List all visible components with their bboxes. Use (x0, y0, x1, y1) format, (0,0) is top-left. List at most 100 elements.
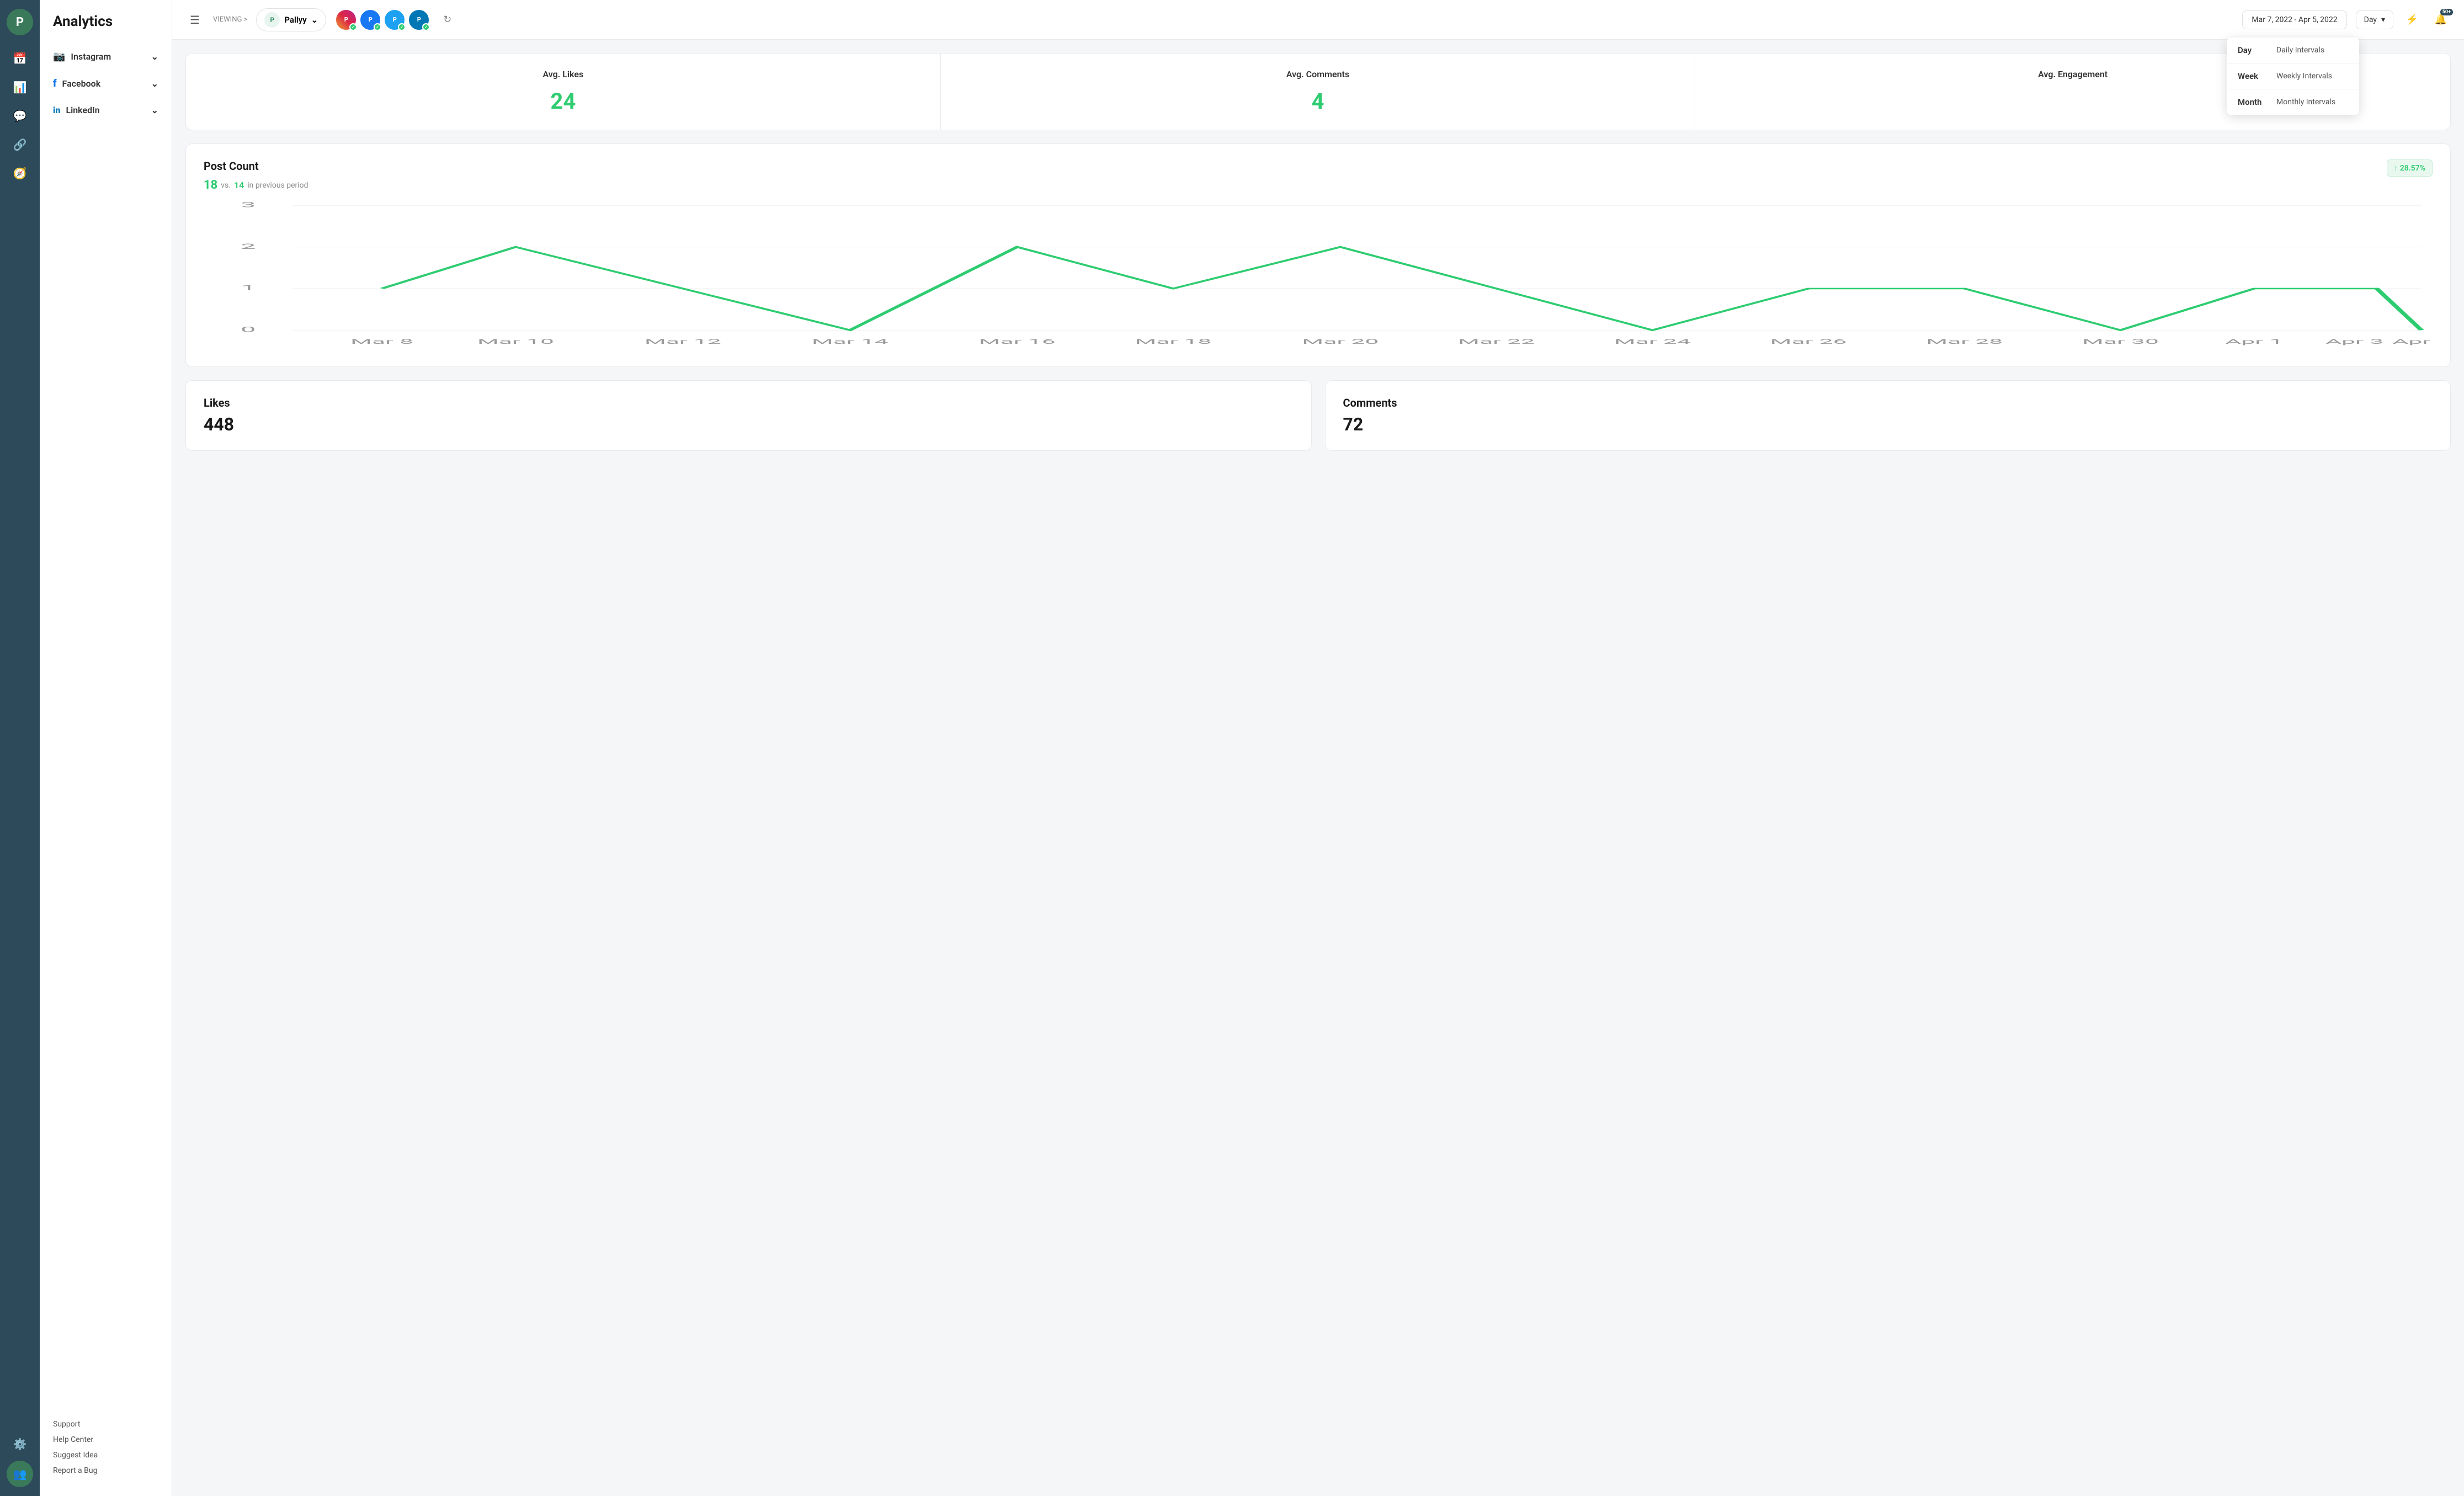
refresh-button[interactable]: ↻ (439, 9, 456, 30)
analytics-nav-icon[interactable]: 📊 (8, 75, 32, 99)
stats-row: Avg. Likes 24 Avg. Comments 4 Avg. Engag… (185, 53, 2451, 130)
content-area: Avg. Likes 24 Avg. Comments 4 Avg. Engag… (172, 40, 2464, 1496)
report-bug-link[interactable]: Report a Bug (53, 1463, 158, 1478)
twitter-check-badge: ✓ (398, 23, 406, 31)
svg-text:Apr 1: Apr 1 (2225, 338, 2283, 345)
svg-text:Mar 18: Mar 18 (1135, 338, 1211, 345)
dropdown-week-option[interactable]: Week Weekly Intervals (2227, 63, 2359, 89)
likes-card: Likes 448 (185, 380, 1312, 451)
page-title: Analytics (40, 13, 172, 43)
facebook-icon: f (53, 78, 57, 89)
svg-text:Mar 20: Mar 20 (1302, 338, 1379, 345)
daily-intervals-label: Daily Intervals (2276, 46, 2324, 55)
comments-card: Comments 72 (1325, 380, 2451, 451)
notification-badge: 50+ (2440, 9, 2453, 15)
instagram-label: Instagram (71, 51, 111, 62)
notification-button[interactable]: 🔔 50+ (2431, 10, 2451, 30)
facebook-check-badge: ✓ (374, 23, 381, 31)
messages-nav-icon[interactable]: 💬 (8, 104, 32, 128)
month-label: Month (2238, 97, 2276, 107)
profile-avatar: P (264, 12, 280, 28)
app-logo[interactable]: P (7, 9, 33, 35)
dropdown-month-option[interactable]: Month Monthly Intervals (2227, 89, 2359, 115)
avg-comments-value: 4 (959, 88, 1678, 114)
avg-likes-card: Avg. Likes 24 (186, 54, 941, 130)
svg-text:Mar 10: Mar 10 (477, 338, 554, 345)
instagram-nav-left: 📷 Instagram (53, 51, 111, 62)
facebook-nav-item[interactable]: f Facebook ⌄ (40, 70, 172, 97)
svg-text:Mar 12: Mar 12 (645, 338, 721, 345)
facebook-nav-left: f Facebook (53, 78, 100, 89)
sidebar-nav: Analytics 📷 Instagram ⌄ f Facebook ⌄ in … (40, 0, 172, 1496)
interval-chevron-icon: ▾ (2381, 15, 2385, 24)
svg-text:Apr 3: Apr 3 (2325, 338, 2383, 345)
week-label: Week (2238, 71, 2276, 81)
avg-comments-card: Avg. Comments 4 (941, 54, 1696, 130)
vs-text: vs. (221, 181, 231, 190)
linkedin-nav-item[interactable]: in LinkedIn ⌄ (40, 97, 172, 123)
linkedin-chevron-icon: ⌄ (151, 105, 158, 115)
period-text: in previous period (247, 181, 308, 190)
twitter-account-avatar[interactable]: P ✓ (384, 9, 406, 31)
team-nav-icon[interactable]: 👥 (7, 1461, 33, 1487)
svg-text:Mar 14: Mar 14 (812, 338, 888, 345)
interval-label: Day (2364, 15, 2377, 24)
instagram-check-badge: ✓ (349, 23, 357, 31)
dropdown-day-option[interactable]: Day Daily Intervals (2227, 38, 2359, 63)
comments-value: 72 (1343, 414, 2433, 435)
support-link[interactable]: Support (53, 1417, 158, 1432)
svg-text:Mar 22: Mar 22 (1458, 338, 1535, 345)
svg-text:Mar 24: Mar 24 (1614, 338, 1691, 345)
svg-text:1: 1 (241, 284, 256, 292)
bell-icon: 🔔 (2435, 14, 2447, 25)
instagram-account-avatar[interactable]: P ✓ (335, 9, 357, 31)
profile-name: Pallyy (284, 15, 306, 25)
main-content: ☰ VIEWING > P Pallyy ⌄ P ✓ P ✓ P ✓ P ✓ (172, 0, 2464, 1496)
post-count-previous: 14 (234, 180, 244, 190)
links-nav-icon[interactable]: 🔗 (8, 132, 32, 157)
instagram-chevron-icon: ⌄ (151, 51, 158, 62)
post-count-section: Post Count 18 vs. 14 in previous period … (185, 143, 2451, 367)
chart-wrapper: 3 2 1 0 Mar 8 Mar 10 Mar 12 (204, 196, 2433, 351)
svg-text:Mar 16: Mar 16 (979, 338, 1056, 345)
facebook-account-avatar[interactable]: P ✓ (359, 9, 381, 31)
avg-likes-label: Avg. Likes (204, 69, 923, 79)
profile-selector[interactable]: P Pallyy ⌄ (256, 8, 326, 31)
lightning-button[interactable]: ⚡ (2402, 10, 2422, 30)
instagram-nav-item[interactable]: 📷 Instagram ⌄ (40, 43, 172, 70)
avg-likes-value: 24 (204, 88, 923, 114)
interval-dropdown: Day Daily Intervals Week Weekly Interval… (2227, 38, 2359, 115)
linkedin-icon: in (53, 105, 60, 115)
svg-text:0: 0 (241, 326, 256, 334)
chart-header-left: Post Count 18 vs. 14 in previous period (204, 159, 308, 192)
linkedin-check-badge: ✓ (422, 23, 430, 31)
chart-title: Post Count (204, 159, 308, 173)
header: ☰ VIEWING > P Pallyy ⌄ P ✓ P ✓ P ✓ P ✓ (172, 0, 2464, 40)
facebook-chevron-icon: ⌄ (151, 78, 158, 89)
chart-header: Post Count 18 vs. 14 in previous period … (204, 159, 2433, 192)
svg-text:Mar 26: Mar 26 (1770, 338, 1847, 345)
hamburger-button[interactable]: ☰ (185, 9, 204, 31)
interval-selector[interactable]: Day ▾ (2356, 10, 2393, 29)
calendar-nav-icon[interactable]: 📅 (8, 46, 32, 71)
svg-text:Mar 8: Mar 8 (350, 338, 413, 345)
svg-text:3: 3 (241, 200, 256, 209)
viewing-label: VIEWING > (213, 15, 247, 24)
day-label: Day (2238, 45, 2276, 55)
weekly-intervals-label: Weekly Intervals (2276, 72, 2332, 81)
linkedin-account-avatar[interactable]: P ✓ (408, 9, 430, 31)
comments-title: Comments (1343, 396, 2433, 409)
date-range-picker[interactable]: Mar 7, 2022 - Apr 5, 2022 (2242, 10, 2346, 29)
linkedin-label: LinkedIn (66, 105, 99, 115)
bottom-stats: Likes 448 Comments 72 (185, 380, 2451, 451)
sidebar-icons-panel: P 📅 📊 💬 🔗 🧭 ⚙️ 👥 (0, 0, 40, 1496)
suggest-idea-link[interactable]: Suggest Idea (53, 1447, 158, 1463)
monthly-intervals-label: Monthly Intervals (2276, 98, 2335, 107)
instagram-icon: 📷 (53, 51, 65, 62)
settings-nav-icon[interactable]: ⚙️ (8, 1432, 32, 1456)
profile-chevron-icon: ⌄ (311, 15, 318, 25)
likes-value: 448 (204, 414, 1294, 435)
svg-text:Mar 30: Mar 30 (2082, 338, 2159, 345)
help-center-link[interactable]: Help Center (53, 1432, 158, 1447)
explore-nav-icon[interactable]: 🧭 (8, 161, 32, 185)
